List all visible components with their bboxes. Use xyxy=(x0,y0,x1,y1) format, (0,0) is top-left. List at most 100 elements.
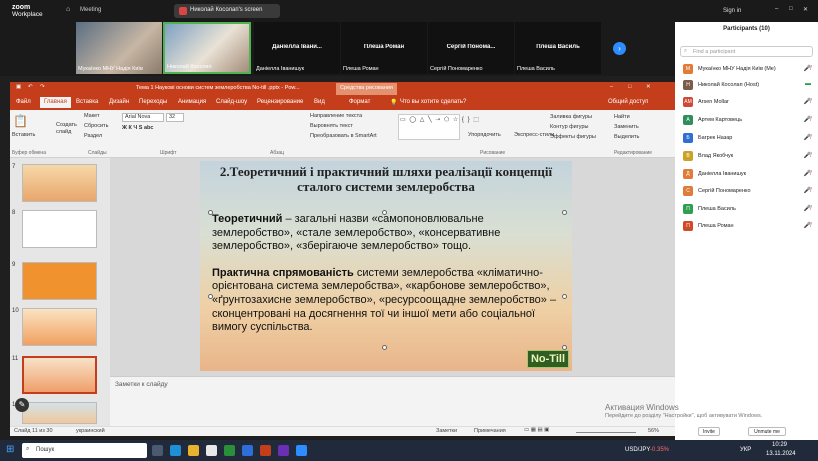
shapes-gallery[interactable]: ▭ ◯ △ ╲ ➝ ⬠ ☆ { } ⬚ xyxy=(398,114,479,140)
tab-view[interactable]: Вид xyxy=(314,99,325,105)
invite-button[interactable]: Invite xyxy=(698,427,720,436)
align-text-button[interactable]: Выровнять текст xyxy=(310,123,353,129)
home-icon[interactable]: ⌂ xyxy=(66,6,70,13)
smartart-button[interactable]: Преобразовать в SmartArt xyxy=(310,133,377,139)
participant-row[interactable]: Б Багрек Назар 🎤̸ xyxy=(680,133,813,144)
meeting-label[interactable]: Meeting xyxy=(80,7,101,13)
participant-row[interactable]: Н Николай Косолап (Host) ▬ xyxy=(680,80,813,91)
resize-handle[interactable] xyxy=(382,345,387,350)
tab-format[interactable]: Формат xyxy=(349,99,370,105)
maximize-icon[interactable]: □ xyxy=(789,6,793,12)
resize-handle[interactable] xyxy=(562,294,567,299)
sign-in-link[interactable]: Sign in xyxy=(723,8,741,14)
comments-toggle[interactable]: Примечания xyxy=(474,428,506,434)
edge-icon[interactable] xyxy=(170,445,181,456)
section-button[interactable]: Раздел xyxy=(84,133,102,139)
participant-row[interactable]: Д Даніелла Іванишук 🎤̸ xyxy=(680,169,813,180)
resize-handle[interactable] xyxy=(208,210,213,215)
participant-row[interactable]: П Плеша Роман 🎤̸ xyxy=(680,221,813,232)
slide-body-textbox[interactable]: Теоретичний – загальні назви «самопоновл… xyxy=(212,213,565,348)
slide-thumbnail[interactable] xyxy=(22,402,97,424)
taskbar-search-box[interactable]: ⌕ Пошук xyxy=(22,443,147,458)
zoom-taskbar-icon[interactable] xyxy=(296,445,307,456)
participant-row[interactable]: П Плеша Василь 🎤̸ xyxy=(680,204,813,215)
tab-home[interactable]: Главная xyxy=(40,97,71,108)
new-slide-button[interactable]: Создать слайд xyxy=(56,122,78,136)
slide-title[interactable]: 2.Теоретичний і практичний шляхи реаліза… xyxy=(206,164,566,194)
resize-handle[interactable] xyxy=(208,294,213,299)
resize-handle[interactable] xyxy=(562,210,567,215)
notes-toggle[interactable]: Заметки xyxy=(436,428,457,434)
resize-handle[interactable] xyxy=(382,210,387,215)
tab-slideshow[interactable]: Слайд-шоу xyxy=(216,99,247,105)
maximize-icon[interactable]: □ xyxy=(628,84,631,90)
tab-insert[interactable]: Вставка xyxy=(76,99,98,105)
slide-thumbnail[interactable] xyxy=(22,262,97,300)
clock-time[interactable]: 10:29 xyxy=(772,442,787,448)
redo-icon[interactable]: ↷ xyxy=(40,84,45,90)
video-tile-active-speaker[interactable]: Николай Косолап xyxy=(163,22,251,74)
bold-icon[interactable]: Ж К Ч S abc xyxy=(122,125,153,131)
participant-row[interactable]: В Влад Якобчук 🎤̸ xyxy=(680,151,813,162)
minimize-icon[interactable]: – xyxy=(610,84,613,90)
input-language[interactable]: УКР xyxy=(740,447,751,453)
normal-view-icon[interactable]: ▭ ▦ ▤ ▣ xyxy=(524,427,549,433)
slide-thumbnail[interactable] xyxy=(22,308,97,346)
layout-button[interactable]: Макет xyxy=(84,113,100,119)
zoom-slider[interactable] xyxy=(576,432,636,433)
slide-thumbnail[interactable] xyxy=(22,210,97,248)
text-direction-button[interactable]: Направление текста xyxy=(310,113,362,119)
windows-start-icon[interactable]: ⊞ xyxy=(6,444,14,455)
save-icon[interactable]: ▣ xyxy=(16,84,21,90)
video-tile[interactable]: Мукаїнко МНУ Надія Київ xyxy=(76,22,162,74)
reset-button[interactable]: Сбросить xyxy=(84,123,108,129)
screen-share-indicator[interactable]: Николай Косолап's screen xyxy=(174,4,280,18)
powerpoint-icon[interactable] xyxy=(260,445,271,456)
pen-icon[interactable]: ✎ xyxy=(15,398,29,412)
language-status[interactable]: украинский xyxy=(76,428,105,434)
participant-row[interactable]: С Сергій Пономаренко 🎤̸ xyxy=(680,186,813,197)
slide-thumbnail-selected[interactable] xyxy=(22,356,97,394)
task-view-icon[interactable] xyxy=(152,445,163,456)
zoom-level[interactable]: 56% xyxy=(648,428,659,434)
store-icon[interactable] xyxy=(224,445,235,456)
participant-row[interactable]: А Артем Картовець 🎤̸ xyxy=(680,115,813,126)
tab-transitions[interactable]: Переходы xyxy=(139,99,167,105)
ticker-symbol[interactable]: USD/JPY xyxy=(625,447,650,453)
slide-thumbnail[interactable] xyxy=(22,164,97,202)
font-name-select[interactable]: Arial Nova xyxy=(122,113,164,122)
tab-file[interactable]: Файл xyxy=(16,99,31,105)
tab-review[interactable]: Рецензирование xyxy=(257,99,303,105)
minimize-icon[interactable]: – xyxy=(775,6,778,12)
next-page-button[interactable]: › xyxy=(613,42,626,55)
tell-me-input[interactable]: Что вы хотите сделать? xyxy=(400,99,466,105)
chrome-icon[interactable] xyxy=(206,445,217,456)
tab-design[interactable]: Дизайн xyxy=(109,99,129,105)
undo-icon[interactable]: ↶ xyxy=(28,84,33,90)
find-participant-input[interactable]: ⌕ Find a participant xyxy=(680,46,813,57)
shape-fill-button[interactable]: Заливка фигуры xyxy=(550,114,592,120)
app-icon[interactable] xyxy=(278,445,289,456)
video-tile[interactable]: Даніелла Івани... Даніелла Іванишук xyxy=(254,22,340,74)
video-tile[interactable]: Сергій Пономa... Сергій Пономаренко xyxy=(428,22,514,74)
clock-date[interactable]: 13.11.2024 xyxy=(766,451,796,457)
participant-row[interactable]: М Мукаїнко МНУ Надія Київ (Me) 🎤̸ xyxy=(680,64,813,75)
shape-effects-button[interactable]: Эффекты фигуры xyxy=(550,134,596,140)
close-icon[interactable]: ✕ xyxy=(803,6,808,13)
paste-icon[interactable]: 📋 xyxy=(13,114,28,128)
current-slide[interactable]: 2.Теоретичний і практичний шляхи реаліза… xyxy=(200,161,572,371)
arrange-button[interactable]: Упорядочить xyxy=(468,132,501,138)
video-tile[interactable]: Плеша Василь Плеша Василь xyxy=(515,22,601,74)
tab-animations[interactable]: Анимация xyxy=(178,99,206,105)
paste-button[interactable]: Вставить xyxy=(12,132,35,138)
share-button[interactable]: Общий доступ xyxy=(608,99,648,105)
shape-outline-button[interactable]: Контур фигуры xyxy=(550,124,588,130)
video-tile[interactable]: Плеша Роман Плеша Роман xyxy=(341,22,427,74)
close-icon[interactable]: ✕ xyxy=(646,84,651,90)
notes-pane[interactable]: Заметки к слайду xyxy=(110,376,675,426)
quick-styles-button[interactable]: Экспресс-стили xyxy=(514,132,554,138)
participant-row[interactable]: AM Arsen Mollar 🎤̸ xyxy=(680,97,813,108)
word-icon[interactable] xyxy=(242,445,253,456)
unmute-me-button[interactable]: Unmute me xyxy=(748,427,786,436)
replace-button[interactable]: Заменить xyxy=(614,124,639,130)
